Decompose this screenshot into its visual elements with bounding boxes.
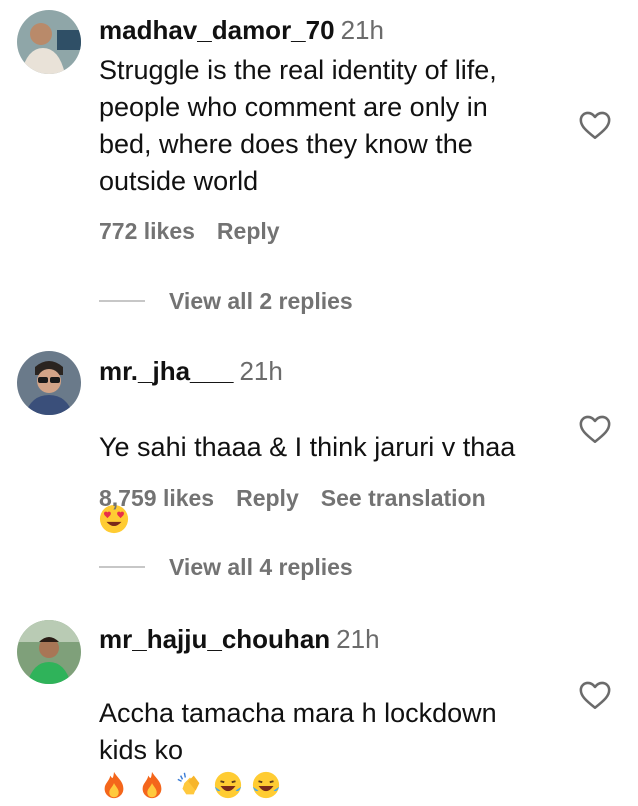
username[interactable]: mr_hajju_chouhan — [99, 624, 330, 654]
avatar-outdoor-icon — [17, 620, 81, 684]
view-replies-label: View all 2 replies — [169, 288, 353, 314]
divider-line — [99, 566, 145, 568]
avatar[interactable] — [17, 351, 81, 415]
username[interactable]: madhav_damor_70 — [99, 15, 335, 45]
see-translation-button[interactable]: See translation — [321, 485, 486, 511]
like-heart-icon[interactable] — [578, 412, 612, 446]
fire-emoji — [142, 771, 162, 799]
username[interactable]: mr._jha___ — [99, 356, 233, 386]
timestamp: 21h — [340, 15, 384, 45]
likes-count[interactable]: 8,759 likes — [99, 485, 214, 511]
like-heart-icon[interactable] — [578, 108, 612, 142]
fire-emoji — [104, 771, 124, 799]
avatar[interactable] — [17, 620, 81, 684]
clapping-hands-emoji — [177, 772, 200, 795]
comment-actions: 772 likes Reply — [99, 216, 302, 246]
divider-line — [99, 300, 145, 302]
laughing-tears-emoji — [214, 771, 242, 799]
avatar[interactable] — [17, 10, 81, 74]
comment-header: madhav_damor_70 21h — [99, 14, 384, 46]
avatar-man-icon — [17, 10, 81, 74]
like-heart-icon[interactable] — [578, 678, 612, 712]
timestamp: 21h — [336, 624, 380, 654]
comment-text: Struggle is the real identity of life, p… — [99, 55, 497, 196]
likes-count[interactable]: 772 likes — [99, 218, 195, 244]
view-replies-button[interactable]: View all 2 replies — [99, 286, 353, 316]
comment-actions: 8,759 likes Reply See translation — [99, 483, 508, 513]
comment-text: Ye sahi thaaa & I think jaruri v thaa — [99, 392, 569, 540]
laughing-tears-emoji — [252, 771, 280, 799]
comment-header: mr._jha___ 21h — [99, 355, 283, 387]
timestamp: 21h — [239, 356, 283, 386]
comment-header: mr_hajju_chouhan 21h — [99, 623, 380, 655]
comment-text-content: Accha tamacha mara h lockdown kids ko — [99, 698, 497, 765]
avatar-sunglasses-icon — [17, 351, 81, 415]
comment-text: Accha tamacha mara h lockdown kids ko — [99, 658, 569, 806]
reply-button[interactable]: Reply — [236, 485, 299, 511]
reply-button[interactable]: Reply — [217, 218, 280, 244]
view-replies-label: View all 4 replies — [169, 554, 353, 580]
comment-text-content: Ye sahi thaaa & I think jaruri v thaa — [99, 432, 516, 462]
view-replies-button[interactable]: View all 4 replies — [99, 552, 353, 582]
